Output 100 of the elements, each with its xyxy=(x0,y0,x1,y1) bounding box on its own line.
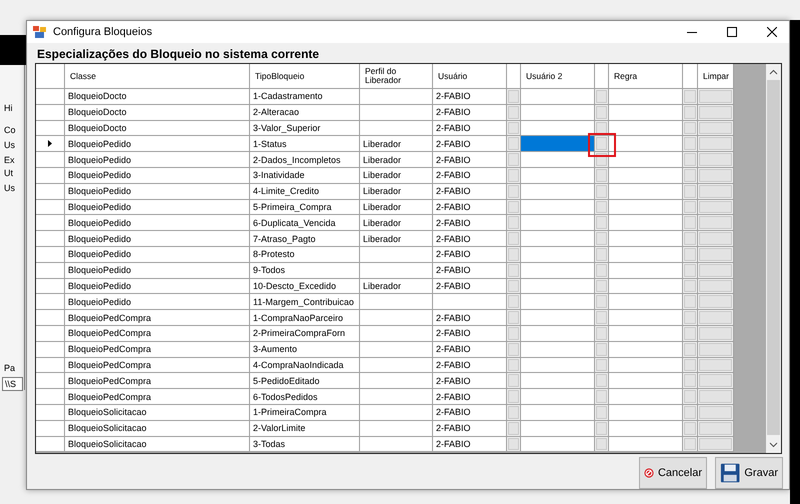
table-cell: 2-Alteracao xyxy=(250,104,360,121)
save-button[interactable]: Gravar xyxy=(715,457,783,489)
table-cell: 2-FABIO xyxy=(433,104,507,121)
table-cell: Liberador xyxy=(360,215,433,232)
table-cell[interactable] xyxy=(521,246,595,263)
table-cell: BloqueioPedido xyxy=(65,262,250,279)
table-cell[interactable] xyxy=(521,436,595,452)
current-row-icon xyxy=(48,140,52,148)
table-cell: 1-Status xyxy=(250,136,360,152)
clear-button[interactable] xyxy=(699,406,732,419)
table-cell[interactable] xyxy=(521,342,595,358)
column-header[interactable]: Usuário 2 xyxy=(521,64,595,89)
clear-button[interactable] xyxy=(699,295,732,308)
column-header[interactable]: Regra xyxy=(609,64,683,89)
table-cell[interactable] xyxy=(521,184,595,200)
table-cell: BloqueioPedido xyxy=(65,136,250,152)
table-cell: 10-Descto_Excedido xyxy=(250,278,360,294)
table-cell: 9-Todos xyxy=(250,262,360,279)
table-cell[interactable] xyxy=(521,389,595,405)
table-cell[interactable] xyxy=(521,168,595,184)
table-cell: BloqueioPedCompra xyxy=(65,310,250,326)
table-cell: 2-FABIO xyxy=(433,89,507,105)
table-cell: Liberador xyxy=(360,278,433,294)
table-cell: Liberador xyxy=(360,152,433,168)
clear-button[interactable] xyxy=(699,184,732,198)
table-cell[interactable] xyxy=(521,104,595,121)
clear-button[interactable] xyxy=(699,438,732,450)
table-cell: 2-FABIO xyxy=(433,120,507,136)
table-cell: 2-FABIO xyxy=(433,184,507,200)
column-header[interactable]: Perfil do Liberador xyxy=(360,64,433,89)
table-cell[interactable] xyxy=(521,200,595,216)
cancel-button[interactable]: Cancelar xyxy=(639,457,707,489)
table-cell[interactable] xyxy=(521,231,595,247)
table-cell: 2-FABIO xyxy=(433,246,507,263)
clear-button[interactable] xyxy=(699,216,732,230)
table-cell: BloqueioPedido xyxy=(65,215,250,232)
table-cell: BloqueioPedido xyxy=(65,168,250,184)
clear-button[interactable] xyxy=(699,422,732,435)
table-cell: 2-ValorLimite xyxy=(250,420,360,437)
row-header[interactable] xyxy=(36,136,65,152)
clear-button[interactable] xyxy=(699,342,732,356)
table-cell[interactable] xyxy=(521,326,595,342)
table-cell: 2-FABIO xyxy=(433,342,507,358)
clear-button[interactable] xyxy=(699,264,732,277)
table-cell: 2-FABIO xyxy=(433,358,507,374)
clear-button[interactable] xyxy=(699,137,732,150)
table-cell: 2-FABIO xyxy=(433,389,507,405)
table-cell: BloqueioPedCompra xyxy=(65,373,250,390)
table-cell[interactable] xyxy=(521,294,595,310)
clear-button[interactable] xyxy=(699,106,732,119)
table-cell[interactable] xyxy=(521,358,595,374)
table-cell[interactable] xyxy=(521,215,595,232)
table-cell: BloqueioDocto xyxy=(65,104,250,121)
table-cell[interactable] xyxy=(521,278,595,294)
table-cell[interactable] xyxy=(521,262,595,279)
clear-button[interactable] xyxy=(699,326,732,340)
clear-button[interactable] xyxy=(699,374,732,388)
table-cell[interactable] xyxy=(521,136,595,152)
clear-button[interactable] xyxy=(699,248,732,261)
table-cell: BloqueioDocto xyxy=(65,89,250,105)
clear-button[interactable] xyxy=(699,311,732,324)
clear-button[interactable] xyxy=(699,280,732,292)
table-cell: BloqueioPedCompra xyxy=(65,358,250,374)
table-cell: Liberador xyxy=(360,231,433,247)
table-cell: Liberador xyxy=(360,184,433,200)
table-cell[interactable] xyxy=(521,373,595,390)
table-cell: 2-FABIO xyxy=(433,136,507,152)
table-cell: BloqueioPedido xyxy=(65,246,250,263)
column-header[interactable]: Classe xyxy=(65,64,250,89)
section-heading: Especializações do Bloqueio no sistema corrente xyxy=(36,46,320,61)
path-field[interactable]: \\S xyxy=(2,377,23,391)
background-label: Hi xyxy=(4,103,12,113)
table-cell: BloqueioPedCompra xyxy=(65,326,250,342)
table-cell[interactable] xyxy=(521,420,595,437)
table-cell: BloqueioPedido xyxy=(65,278,250,294)
clear-button[interactable] xyxy=(699,358,732,372)
table-cell: 2-FABIO xyxy=(433,231,507,247)
table-cell: 8-Protesto xyxy=(250,246,360,263)
lookup-button[interactable] xyxy=(596,122,607,134)
table-cell: 3-Aumento xyxy=(250,342,360,358)
table-cell[interactable] xyxy=(521,89,595,105)
table-cell[interactable] xyxy=(521,120,595,136)
clear-button[interactable] xyxy=(699,122,732,134)
table-cell[interactable] xyxy=(521,404,595,421)
column-header[interactable]: Usuário xyxy=(433,64,507,89)
column-header[interactable]: Limpar xyxy=(698,64,734,89)
clear-button[interactable] xyxy=(699,232,732,245)
background-label: Co xyxy=(4,125,16,135)
clear-button[interactable] xyxy=(699,390,732,403)
table-cell[interactable] xyxy=(521,310,595,326)
scrollbar[interactable] xyxy=(766,64,781,453)
scroll-thumb[interactable] xyxy=(767,80,780,435)
table-cell: 2-Dados_Incompletos xyxy=(250,152,360,168)
clear-button[interactable] xyxy=(699,168,732,182)
clear-button[interactable] xyxy=(699,200,732,214)
clear-button[interactable] xyxy=(699,90,732,103)
table-cell[interactable] xyxy=(521,152,595,168)
column-header[interactable]: TipoBloqueio xyxy=(250,64,360,89)
table-cell: 2-FABIO xyxy=(433,373,507,390)
clear-button[interactable] xyxy=(699,153,732,166)
